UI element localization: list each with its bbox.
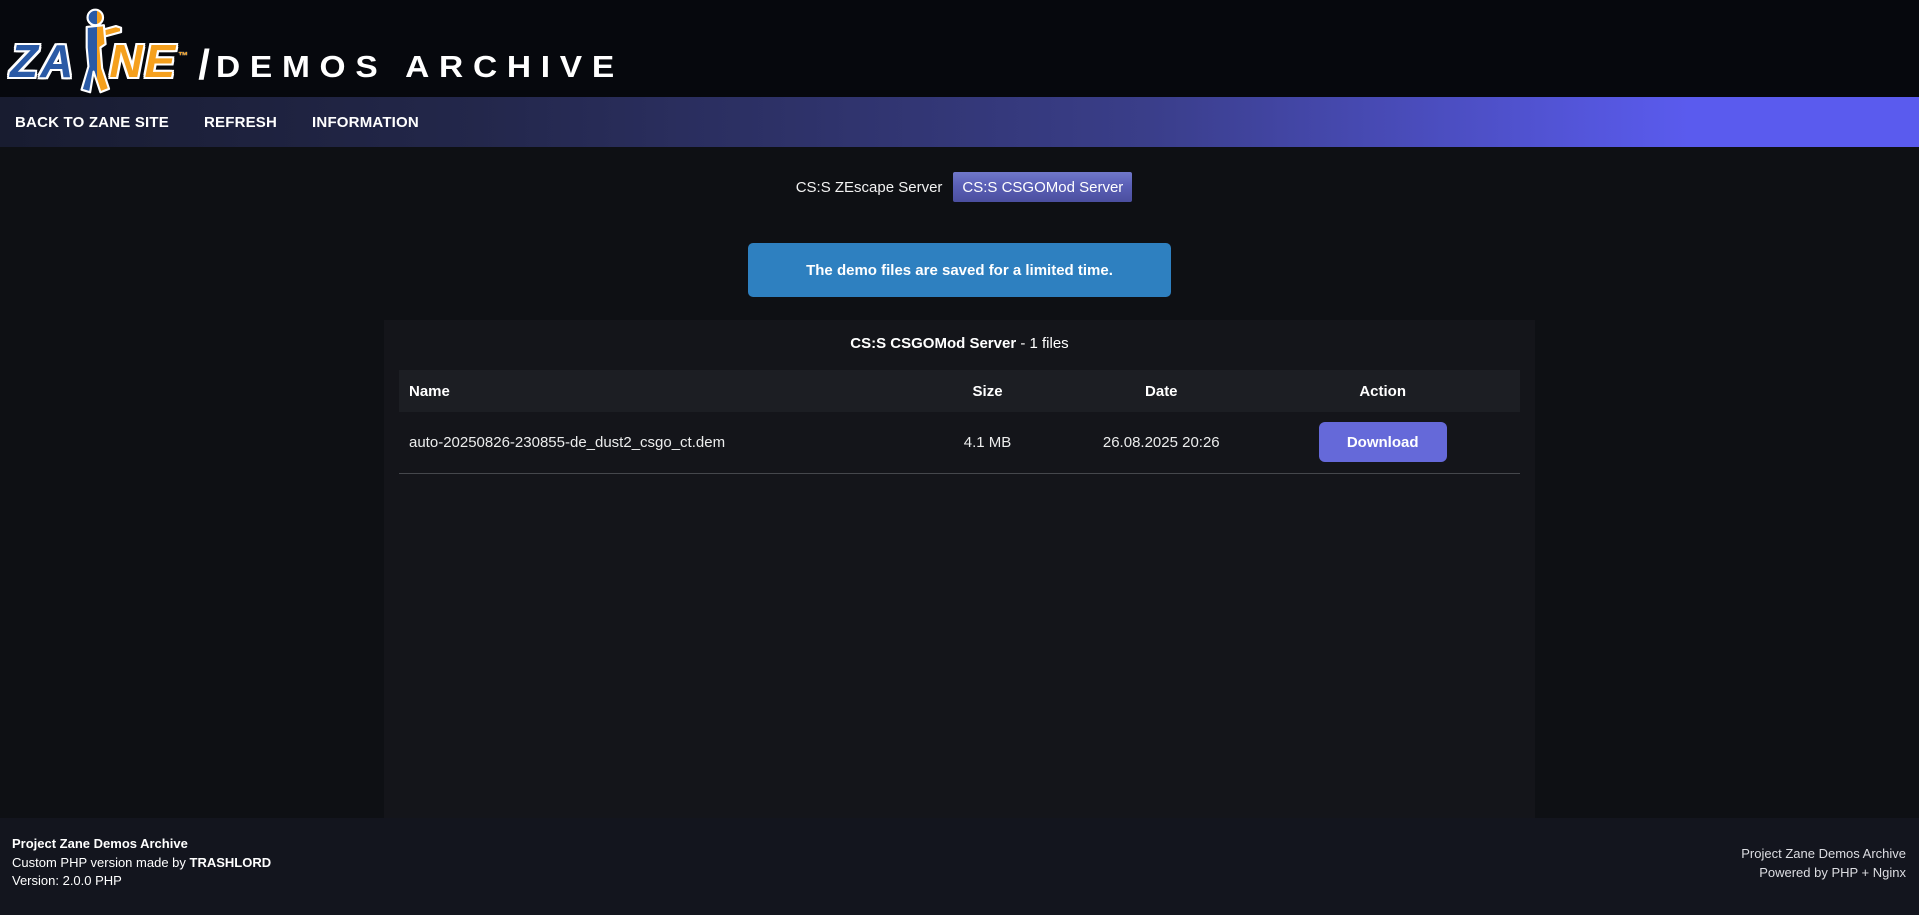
footer-version: Version: 2.0.0 PHP (12, 872, 271, 891)
panel-title-file-count: - 1 files (1016, 335, 1069, 352)
tab-zescape-server[interactable]: CS:S ZEscape Server (787, 172, 952, 202)
footer-left: Project Zane Demos Archive Custom PHP ve… (12, 835, 271, 915)
limited-time-banner: The demo files are saved for a limited t… (748, 243, 1171, 297)
site-header: ZA NE ™ / DEMOS ARCHIVE (0, 0, 1919, 97)
footer-credit-author: TRASHLORD (190, 855, 272, 870)
column-header-date: Date (1077, 370, 1245, 412)
footer-credit-prefix: Custom PHP version made by (12, 855, 190, 870)
column-header-name: Name (399, 370, 898, 412)
footer-project-title: Project Zane Demos Archive (12, 835, 271, 854)
nav-back-to-zane-site[interactable]: BACK TO ZANE SITE (15, 114, 169, 131)
logo-separator: / (188, 44, 216, 92)
tab-csgomod-server[interactable]: CS:S CSGOMod Server (953, 172, 1132, 202)
site-logo[interactable]: ZA NE ™ / DEMOS ARCHIVE (10, 6, 594, 92)
table-header-row: Name Size Date Action (399, 370, 1520, 412)
nav-information[interactable]: INFORMATION (312, 114, 419, 131)
download-button[interactable]: Download (1319, 422, 1447, 462)
site-footer: Project Zane Demos Archive Custom PHP ve… (0, 818, 1919, 915)
footer-powered-by: Powered by PHP + Nginx (1741, 863, 1906, 882)
footer-right-title: Project Zane Demos Archive (1741, 844, 1906, 863)
nav-bar: BACK TO ZANE SITE REFRESH INFORMATION (0, 97, 1919, 147)
logo-text-za: ZA (10, 38, 75, 92)
file-name: auto-20250826-230855-de_dust2_csgo_ct.de… (399, 412, 898, 473)
server-tabs: CS:S ZEscape Server CS:S CSGOMod Server (0, 147, 1919, 202)
nav-refresh[interactable]: REFRESH (204, 114, 277, 131)
panel-title-server-name: CS:S CSGOMod Server (850, 335, 1016, 352)
footer-credit-line: Custom PHP version made by TRASHLORD (12, 854, 271, 873)
files-panel: CS:S CSGOMod Server - 1 files Name Size … (384, 320, 1535, 818)
file-action-cell: Download (1245, 412, 1520, 473)
files-table: Name Size Date Action auto-20250826-2308… (399, 370, 1520, 474)
logo-trademark: ™ (178, 51, 188, 92)
file-size: 4.1 MB (898, 412, 1077, 473)
main-content: CS:S ZEscape Server CS:S CSGOMod Server … (0, 147, 1919, 818)
panel-title: CS:S CSGOMod Server - 1 files (384, 320, 1535, 370)
column-header-action: Action (1245, 370, 1520, 412)
table-row: auto-20250826-230855-de_dust2_csgo_ct.de… (399, 412, 1520, 473)
soldier-icon (71, 8, 123, 94)
logo-site-title: DEMOS ARCHIVE (216, 51, 624, 92)
column-header-size: Size (898, 370, 1077, 412)
file-date: 26.08.2025 20:26 (1077, 412, 1245, 473)
footer-right: Project Zane Demos Archive Powered by PH… (1741, 835, 1906, 915)
